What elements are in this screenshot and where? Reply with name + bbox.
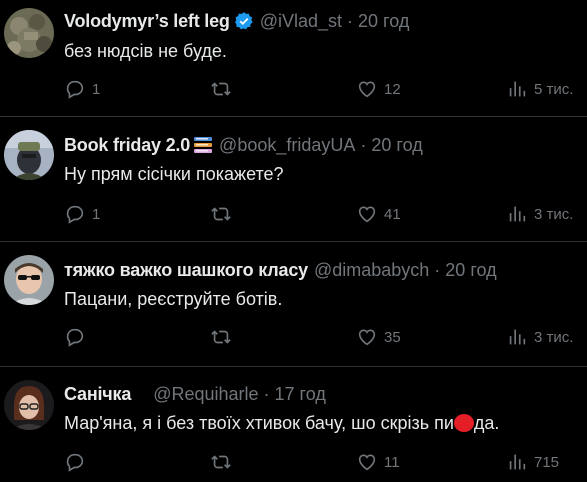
views-count: 3 тис. <box>534 328 574 346</box>
reply-count: 1 <box>92 80 101 98</box>
tweet-header: Volodymyr’s left leg @iVlad_st · 20 год <box>64 10 409 32</box>
views-icon <box>509 81 526 97</box>
tweet-header: тяжко важко шашкого класу @dimababych · 20 … <box>64 259 497 281</box>
tweet-text: Пацани, реєструйте ботів. <box>64 289 283 309</box>
retweet-button[interactable] <box>210 203 232 225</box>
author-name[interactable]: Санічка <box>64 384 131 404</box>
like-button[interactable]: 12 <box>356 78 401 100</box>
tweet-actions: 11 715 <box>64 451 584 473</box>
timestamp[interactable]: 20 год <box>358 11 409 31</box>
author-name[interactable]: Book friday 2.0 <box>64 135 190 155</box>
tweet-header: Book friday 2.0 @book_fridayUA · 20 год <box>64 134 423 156</box>
heart-icon <box>358 329 376 346</box>
tweet[interactable]: Санічка @Requiharle · 17 год Мар'яна, я і б… <box>0 367 587 482</box>
heart-icon <box>358 81 376 98</box>
reply-icon <box>66 80 84 99</box>
author-name[interactable]: тяжко важко шашкого класу <box>64 260 308 280</box>
views-count: 3 тис. <box>534 205 574 223</box>
views-count: 5 тис. <box>534 80 574 98</box>
retweet-button[interactable] <box>210 326 232 348</box>
reply-icon <box>66 205 84 224</box>
separator-dot: · <box>434 260 441 280</box>
reply-button[interactable] <box>64 451 92 473</box>
retweet-button[interactable] <box>210 451 232 473</box>
tweet-header: Санічка @Requiharle · 17 год <box>64 383 326 405</box>
avatar[interactable] <box>4 130 54 180</box>
reply-count: 1 <box>92 205 101 223</box>
author-handle[interactable]: @Requiharle <box>153 384 258 404</box>
verified-icon <box>234 12 253 30</box>
tweet-text: без нюдсів не буде. <box>64 41 227 61</box>
views-button[interactable]: 5 тис. <box>506 78 573 100</box>
tweet[interactable]: тяжко важко шашкого класу @dimababych · 20 … <box>0 242 587 366</box>
timestamp[interactable]: 20 год <box>371 135 422 155</box>
avatar[interactable] <box>4 8 54 58</box>
separator-dot: · <box>347 11 354 31</box>
like-button[interactable]: 35 <box>356 326 401 348</box>
tweet-text: Ну прям сісічки покажете? <box>64 164 284 184</box>
reply-icon <box>66 328 84 347</box>
views-button[interactable]: 715 <box>506 451 559 473</box>
views-icon <box>509 206 526 222</box>
reply-icon <box>66 453 84 472</box>
views-count: 715 <box>534 453 560 471</box>
views-icon <box>509 329 526 345</box>
tweet[interactable]: Volodymyr’s left leg @iVlad_st · 20 год без… <box>0 0 587 116</box>
author-handle[interactable]: @dimababych <box>314 260 429 280</box>
author-name[interactable]: Volodymyr’s left leg <box>64 11 230 31</box>
tweet[interactable]: Book friday 2.0 @book_fridayUA · 20 год Ну … <box>0 117 587 241</box>
heart-icon <box>358 454 376 471</box>
timestamp[interactable]: 20 год <box>445 260 496 280</box>
tweet-actions: 35 3 тис. <box>64 326 584 348</box>
like-count: 41 <box>384 205 401 223</box>
views-button[interactable]: 3 тис. <box>506 326 573 348</box>
like-count: 12 <box>384 80 401 98</box>
retweet-icon <box>211 330 231 344</box>
retweet-icon <box>211 82 231 96</box>
books-emoji-icon <box>194 137 213 153</box>
separator-dot: · <box>263 384 270 404</box>
like-count: 11 <box>384 453 400 471</box>
separator-dot: · <box>360 135 367 155</box>
like-button[interactable]: 41 <box>356 203 401 225</box>
reply-button[interactable]: 1 <box>64 203 100 225</box>
timestamp[interactable]: 17 год <box>275 384 326 404</box>
tweet-text: Мар'яна, я і без твоїх хтивок бачу, шо с… <box>64 412 499 434</box>
views-button[interactable]: 3 тис. <box>506 203 573 225</box>
retweet-icon <box>211 207 231 221</box>
tweet-actions: 1 12 5 тис. <box>64 78 584 100</box>
author-handle[interactable]: @iVlad_st <box>260 11 342 31</box>
avatar[interactable] <box>4 380 54 430</box>
views-icon <box>509 454 526 470</box>
like-button[interactable]: 11 <box>356 451 400 473</box>
redaction-dot <box>453 414 474 432</box>
author-handle[interactable]: @book_fridayUA <box>219 135 355 155</box>
retweet-icon <box>211 455 231 469</box>
tweet-actions: 1 41 3 тис. <box>64 203 584 225</box>
tweet-text-part: Мар'яна, я і без твоїх хтивок бачу, шо с… <box>64 413 454 433</box>
reply-button[interactable] <box>64 326 92 348</box>
reply-button[interactable]: 1 <box>64 78 100 100</box>
retweet-button[interactable] <box>210 78 232 100</box>
heart-icon <box>358 206 376 223</box>
like-count: 35 <box>384 328 401 346</box>
avatar[interactable] <box>4 255 54 305</box>
tweet-text-part: да. <box>473 413 500 433</box>
